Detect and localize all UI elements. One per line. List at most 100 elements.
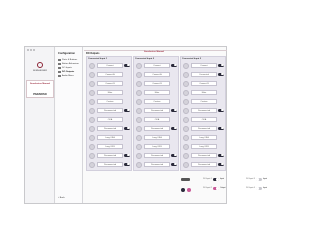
output-function-field[interactable]: Disconnected — [97, 161, 123, 167]
led-indicator-icon[interactable] — [183, 80, 189, 87]
led-indicator-icon[interactable] — [183, 152, 189, 159]
led-indicator-icon[interactable] — [89, 80, 95, 87]
output-function-field[interactable]: Disconnected — [144, 125, 170, 131]
output-function-field[interactable]: Long Off A — [144, 134, 170, 140]
led-indicator-icon[interactable] — [89, 161, 95, 168]
output-function-field[interactable]: Disconnected — [191, 152, 217, 158]
output-function-field[interactable]: Mute — [144, 89, 170, 95]
led-indicator-icon[interactable] — [183, 98, 189, 105]
config-item-do-inputs[interactable]: DO Inputs — [58, 67, 72, 69]
io-toggle-2[interactable] — [213, 187, 219, 190]
led-indicator-icon[interactable] — [136, 98, 142, 105]
led-indicator-icon[interactable] — [183, 107, 189, 114]
led-indicator-icon[interactable] — [136, 71, 142, 78]
led-indicator-icon[interactable] — [183, 89, 189, 96]
output-function-field[interactable]: Long Off B — [191, 143, 217, 149]
led-indicator-icon[interactable] — [183, 62, 189, 69]
output-toggle[interactable] — [218, 108, 224, 112]
output-function-field[interactable]: Custom — [97, 98, 123, 104]
config-item-ports-buttons[interactable]: Ports & Buttons — [58, 59, 77, 61]
output-function-field[interactable]: Connect — [97, 62, 123, 68]
output-function-field[interactable]: Long Off A — [97, 134, 123, 140]
output-function-field[interactable]: Long Off A — [191, 134, 217, 140]
led-indicator-icon[interactable] — [136, 62, 142, 69]
device-card[interactable]: Sennheiser Manual PARADISO — [26, 80, 54, 98]
led-indicator-icon[interactable] — [183, 134, 189, 141]
output-toggle[interactable] — [124, 63, 130, 67]
led-indicator-icon[interactable] — [136, 134, 142, 141]
output-function-field[interactable]: Custom — [144, 98, 170, 104]
output-function-field[interactable]: Connected — [191, 71, 217, 77]
config-item-button-behaviour[interactable]: Button Behaviour — [58, 63, 79, 65]
output-function-field[interactable]: Disconnected — [97, 107, 123, 113]
output-toggle[interactable] — [124, 108, 130, 112]
led-indicator-icon[interactable] — [89, 143, 95, 150]
output-toggle[interactable] — [218, 72, 224, 76]
config-item-audio-mixer[interactable]: Audio Mixer — [58, 75, 74, 77]
output-function-field[interactable]: Custom — [191, 98, 217, 104]
led-indicator-icon[interactable] — [89, 98, 95, 105]
led-indicator-icon[interactable] — [136, 161, 142, 168]
minimize-window-icon[interactable] — [30, 49, 32, 51]
output-toggle[interactable] — [171, 153, 177, 157]
output-toggle[interactable] — [218, 126, 224, 130]
close-window-icon[interactable] — [27, 49, 29, 51]
led-indicator-icon[interactable] — [183, 71, 189, 78]
led-indicator-icon[interactable] — [89, 152, 95, 159]
output-function-field[interactable]: Connect — [144, 62, 170, 68]
led-indicator-icon[interactable] — [183, 116, 189, 123]
led-indicator-icon[interactable] — [136, 89, 142, 96]
io-toggle-4[interactable] — [256, 187, 262, 190]
output-function-field[interactable]: Disconnected — [144, 152, 170, 158]
output-toggle[interactable] — [124, 126, 130, 130]
output-toggle[interactable] — [171, 63, 177, 67]
output-function-field[interactable]: Long Off B — [144, 143, 170, 149]
led-indicator-icon[interactable] — [136, 107, 142, 114]
output-function-field[interactable]: Disconnected — [97, 152, 123, 158]
led-indicator-icon[interactable] — [183, 143, 189, 150]
output-function-field[interactable]: Disconnected — [191, 107, 217, 113]
led-indicator-icon[interactable] — [89, 116, 95, 123]
output-function-field[interactable]: Connect A — [144, 71, 170, 77]
output-toggle[interactable] — [218, 63, 224, 67]
output-function-field[interactable]: Disconnected — [144, 107, 170, 113]
output-function-field[interactable]: Connect B — [144, 80, 170, 86]
back-button[interactable]: ‹ Back — [58, 196, 65, 199]
output-toggle[interactable] — [218, 153, 224, 157]
output-function-field[interactable]: Disconnected — [191, 125, 217, 131]
led-indicator-icon[interactable] — [89, 107, 95, 114]
output-function-field[interactable]: Connect B — [97, 80, 123, 86]
led-indicator-icon[interactable] — [136, 143, 142, 150]
output-function-field[interactable]: Disconnected — [144, 161, 170, 167]
led-indicator-icon[interactable] — [89, 71, 95, 78]
io-toggle-3[interactable] — [256, 178, 262, 181]
led-indicator-icon[interactable] — [89, 134, 95, 141]
led-indicator-icon[interactable] — [89, 125, 95, 132]
led-indicator-icon[interactable] — [89, 62, 95, 69]
output-function-field[interactable]: Long Off B — [97, 143, 123, 149]
output-toggle[interactable] — [124, 162, 130, 166]
led-indicator-icon[interactable] — [136, 80, 142, 87]
output-toggle[interactable] — [171, 126, 177, 130]
output-toggle[interactable] — [124, 153, 130, 157]
output-toggle[interactable] — [171, 162, 177, 166]
output-toggle[interactable] — [171, 108, 177, 112]
led-indicator-icon[interactable] — [89, 89, 95, 96]
output-function-field[interactable]: Disconnected — [191, 161, 217, 167]
output-function-field[interactable]: Connect A — [97, 71, 123, 77]
output-function-field[interactable]: Mute — [191, 89, 217, 95]
output-function-field[interactable]: Off A — [144, 116, 170, 122]
led-indicator-icon[interactable] — [136, 116, 142, 123]
zoom-window-icon[interactable] — [33, 49, 35, 51]
io-toggle-1[interactable] — [213, 178, 219, 181]
output-function-field[interactable]: Off A — [97, 116, 123, 122]
output-function-field[interactable]: Mute — [97, 89, 123, 95]
config-item-do-outputs[interactable]: DO Outputs — [58, 71, 74, 73]
led-indicator-icon[interactable] — [136, 152, 142, 159]
output-function-field[interactable]: Off A — [191, 116, 217, 122]
output-function-field[interactable]: Disconnected — [97, 125, 123, 131]
led-indicator-icon[interactable] — [183, 161, 189, 168]
led-indicator-icon[interactable] — [136, 125, 142, 132]
output-function-field[interactable]: Connect B — [191, 80, 217, 86]
output-function-field[interactable]: Connect — [191, 62, 217, 68]
